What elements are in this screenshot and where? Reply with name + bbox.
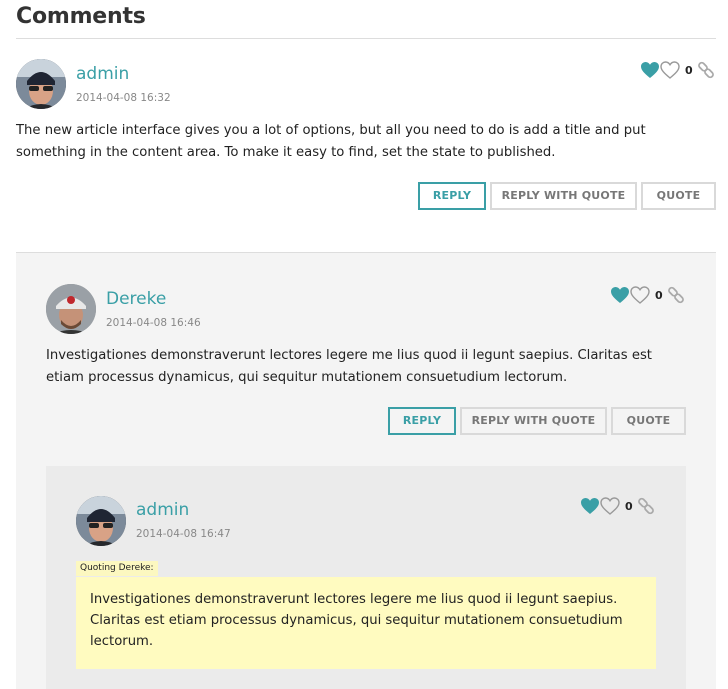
author-link[interactable]: Dereke — [106, 289, 166, 309]
comments-page: Comments admin 2014-04-08 16:32 0 The ne… — [0, 0, 728, 689]
heart-outline-icon[interactable] — [630, 286, 650, 304]
comments-heading: Comments — [16, 4, 146, 29]
comment-tools: 0 — [580, 496, 655, 516]
avatar[interactable] — [46, 284, 96, 334]
heart-filled-icon[interactable] — [610, 286, 630, 304]
reply-with-quote-button[interactable]: REPLY WITH QUOTE — [490, 182, 637, 210]
heart-outline-icon[interactable] — [660, 61, 680, 79]
heart-filled-icon[interactable] — [580, 497, 600, 515]
author-link[interactable]: admin — [136, 500, 189, 520]
comment-tools: 0 — [610, 285, 685, 305]
comment-3: admin 2014-04-08 16:47 0 Quoting Dereke:… — [46, 466, 686, 689]
avatar-image — [76, 496, 126, 546]
comment-text: The new article interface gives you a lo… — [16, 123, 646, 160]
like-count: 0 — [655, 288, 663, 302]
comment-text: Investigationes demonstraverunt lectores… — [46, 348, 652, 385]
reply-button[interactable]: REPLY — [418, 182, 486, 210]
quote-text: Investigationes demonstraverunt lectores… — [90, 592, 623, 649]
author-link[interactable]: admin — [76, 64, 129, 84]
comment-date: 2014-04-08 16:32 — [76, 92, 171, 104]
like-count: 0 — [685, 63, 693, 77]
quote-label: Quoting Dereke: — [76, 561, 158, 576]
reply-with-quote-button[interactable]: REPLY WITH QUOTE — [460, 407, 607, 435]
comment-tools: 0 — [640, 60, 715, 80]
comment-1: admin 2014-04-08 16:32 0 The new article… — [16, 44, 716, 234]
quote-button[interactable]: QUOTE — [641, 182, 716, 210]
link-icon[interactable] — [637, 497, 655, 515]
avatar-image — [46, 284, 96, 334]
heading-divider — [16, 38, 716, 39]
link-icon[interactable] — [697, 61, 715, 79]
avatar[interactable] — [16, 59, 66, 109]
heart-filled-icon[interactable] — [640, 61, 660, 79]
comment-date: 2014-04-08 16:47 — [136, 528, 231, 540]
like-count: 0 — [625, 499, 633, 513]
link-icon[interactable] — [667, 286, 685, 304]
quote-button[interactable]: QUOTE — [611, 407, 686, 435]
avatar[interactable] — [76, 496, 126, 546]
avatar-image — [16, 59, 66, 109]
heart-outline-icon[interactable] — [600, 497, 620, 515]
reply-button[interactable]: REPLY — [388, 407, 456, 435]
quote-block: Investigationes demonstraverunt lectores… — [76, 577, 656, 669]
comment-date: 2014-04-08 16:46 — [106, 317, 201, 329]
